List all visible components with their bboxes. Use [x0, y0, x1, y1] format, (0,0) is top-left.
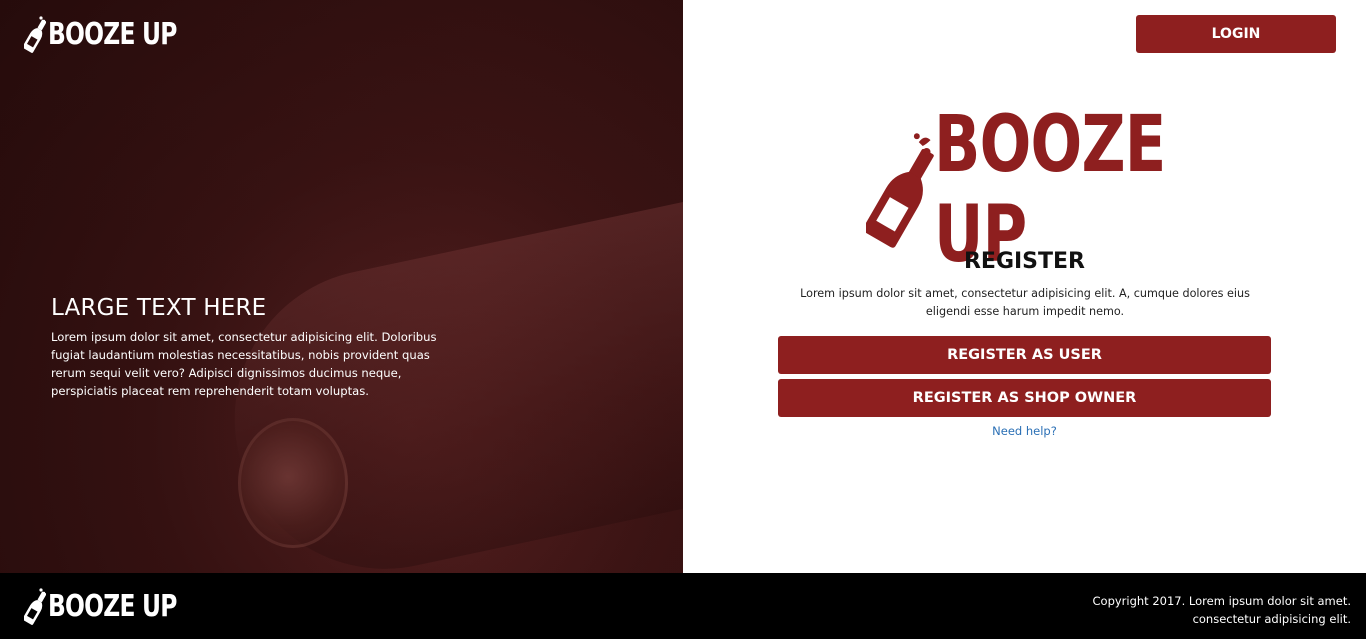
- bottle-icon: [24, 16, 46, 53]
- logo-text: BOOZE UP: [48, 16, 177, 52]
- footer: BOOZE UP Copyright 2017. Lorem ipsum dol…: [0, 573, 1366, 639]
- footer-copyright-line2: consectetur adipisicing elit.: [1192, 612, 1351, 626]
- hero-title: LARGE TEXT HERE: [51, 295, 267, 321]
- bottle-icon: [24, 588, 46, 625]
- footer-copyright-line1: Copyright 2017. Lorem ipsum dolor sit am…: [1092, 594, 1352, 608]
- footer-logo-text: BOOZE UP: [48, 588, 177, 624]
- hero-copy: LARGE TEXT HERE Lorem ipsum dolor sit am…: [51, 295, 451, 400]
- footer-copyright: Copyright 2017. Lorem ipsum dolor sit am…: [1093, 592, 1352, 628]
- bottle-icon: [866, 133, 934, 248]
- hero-panel: BOOZE UP LARGE TEXT HERE Lorem ipsum dol…: [0, 0, 683, 573]
- header-logo[interactable]: BOOZE UP: [24, 14, 213, 54]
- register-user-button[interactable]: REGISTER AS USER: [778, 336, 1271, 374]
- need-help-link[interactable]: Need help?: [683, 424, 1366, 438]
- footer-logo[interactable]: BOOZE UP: [24, 586, 213, 626]
- login-button[interactable]: LOGIN: [1136, 15, 1336, 53]
- register-description: Lorem ipsum dolor sit amet, consectetur …: [800, 287, 1250, 318]
- register-title: REGISTER: [963, 249, 1086, 274]
- register-shop-owner-button[interactable]: REGISTER AS SHOP OWNER: [778, 379, 1271, 417]
- hero-body: Lorem ipsum dolor sit amet, consectetur …: [51, 330, 437, 398]
